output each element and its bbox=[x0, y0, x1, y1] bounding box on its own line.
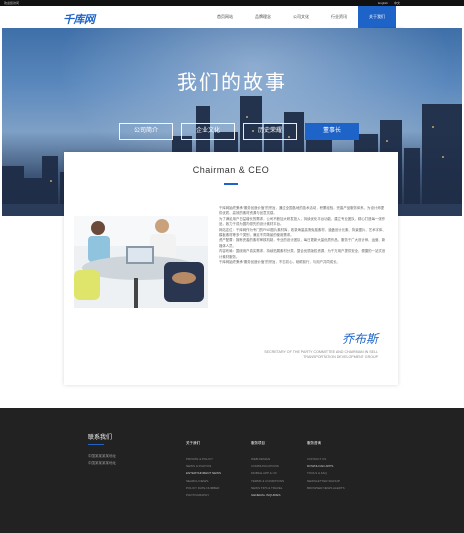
footer-link[interactable]: MOBILE APP & UX bbox=[251, 470, 311, 477]
footer-column-services: 服务项目 WEB DESIGN COMMUNICATIONS MOBILE AP… bbox=[251, 441, 311, 499]
nav-menu: 首页网站 品牌理念 公司文化 行业资讯 关于我们 bbox=[206, 6, 396, 28]
footer-link[interactable]: DOWNLOAD APPS bbox=[307, 463, 367, 470]
nav-item-brand[interactable]: 品牌理念 bbox=[244, 6, 282, 28]
chairman-signature: 乔布斯 bbox=[341, 332, 378, 346]
hero-title: 我们的故事 bbox=[177, 72, 287, 94]
footer-column-heading: 关于我们 bbox=[186, 441, 200, 445]
footer-link[interactable]: COMMUNICATIONS bbox=[251, 463, 311, 470]
main-nav: 千库网 首页网站 品牌理念 公司文化 行业资讯 关于我们 bbox=[0, 6, 464, 28]
footer-link[interactable]: TOOLS & FAQ bbox=[307, 470, 367, 477]
contact-heading: 联系我们 bbox=[88, 435, 113, 441]
footer-link[interactable]: NEWS TIPS & TRAVEL bbox=[251, 485, 311, 492]
footer-link[interactable]: CONTACT US bbox=[307, 456, 367, 463]
contact-underline bbox=[88, 444, 104, 445]
footer-column-heading: 服务项目 bbox=[251, 441, 265, 445]
footer-link[interactable]: NEWS & PHOTOS bbox=[186, 463, 246, 470]
contact-address: 中国某某某某地址 bbox=[88, 461, 116, 465]
footer-link[interactable]: NEWSLETTER SIGNUP bbox=[307, 478, 367, 485]
site-logo[interactable]: 千库网 bbox=[63, 11, 95, 27]
paragraph: 千库网始终秉承“服务创造价值”的宗旨，通过全国各地的技术活动，积累经验，完善产品… bbox=[219, 206, 385, 216]
meeting-illustration bbox=[74, 216, 208, 308]
footer-contact: 联系我们 中国某某某某地址 中国某某某某地址 bbox=[88, 432, 116, 467]
footer-link[interactable]: PRIVATE & POLICY bbox=[186, 456, 246, 463]
chairman-text: 千库网始终秉承“服务创造价值”的宗旨，通过全国各地的技术活动，积累经验，完善产品… bbox=[219, 206, 387, 265]
card-title: Chairman & CEO bbox=[192, 165, 270, 175]
tab-corporate-culture[interactable]: 企业文化 bbox=[181, 123, 235, 140]
footer-link[interactable]: SEARCH NEWS bbox=[186, 478, 246, 485]
footer-link[interactable]: WEB DESIGN bbox=[251, 456, 311, 463]
site-footer: 联系我们 中国某某某某地址 中国某某某某地址 关于我们 PRIVATE & PO… bbox=[0, 408, 464, 533]
tab-company-profile[interactable]: 公司简介 bbox=[119, 123, 173, 140]
footer-link[interactable]: TERMS & CONDITIONS bbox=[251, 478, 311, 485]
nav-item-news[interactable]: 行业资讯 bbox=[320, 6, 358, 28]
footer-column-consult: 服务咨询 CONTACT US DOWNLOAD APPS TOOLS & FA… bbox=[307, 441, 367, 492]
nav-item-about[interactable]: 关于我们 bbox=[358, 6, 396, 28]
tab-history[interactable]: 历史荣耀 bbox=[243, 123, 297, 140]
contact-address: 中国某某某某地址 bbox=[88, 454, 116, 458]
footer-column-about: 关于我们 PRIVATE & POLICY NEWS & PHOTOS ENTE… bbox=[186, 441, 246, 499]
nav-item-home[interactable]: 首页网站 bbox=[206, 6, 244, 28]
paragraph: 千库网始终秉承“服务创造价值”的宗旨，不忘初心，砥砺前行，与用户共同成长。 bbox=[219, 260, 340, 265]
paragraph: 内容布局：围绕用户真实需求，持续拓展素材分类，整合优质版权资源，为千万用户提供安… bbox=[219, 249, 386, 259]
footer-link[interactable]: POLICY DATE NUMBER bbox=[186, 485, 246, 492]
chairman-position: SECRETARY OF THE PARTY COMMITTEE AND CHA… bbox=[264, 350, 378, 359]
nav-item-culture[interactable]: 公司文化 bbox=[282, 6, 320, 28]
footer-link[interactable]: GENERAL INQUIRES bbox=[251, 492, 311, 499]
footer-column-heading: 服务咨询 bbox=[307, 441, 321, 445]
footer-link[interactable]: BROWSER NEWS ALERTS bbox=[307, 485, 367, 492]
story-tabs: 公司简介 企业文化 历史荣耀 董事长 bbox=[119, 123, 359, 140]
paragraph: 资产配置：拥有完善的素材审核机制，专业的设计团队，每日更新大量优质作品，服务于广… bbox=[219, 238, 386, 248]
paragraph: 网站定位：千库网作为专门的PNG图片素材库，收录海量高清免抠素材，涵盖设计元素、… bbox=[219, 227, 386, 238]
footer-link[interactable]: PHOTOGRAPHY bbox=[186, 492, 246, 499]
tab-chairman[interactable]: 董事长 bbox=[305, 123, 359, 140]
title-underline bbox=[224, 183, 238, 185]
chairman-card: Chairman & CEO 千库网始终秉承“服务创造价值”的宗旨，通过全国各地… bbox=[64, 152, 398, 385]
footer-link[interactable]: ENTERTAINMENT NEWS bbox=[186, 470, 246, 477]
paragraph: 为了满足用户日益增长的需求，公司不断加大研发投入，持续优化平台功能，建立专业团队… bbox=[219, 216, 386, 227]
meeting-photo bbox=[74, 216, 208, 308]
